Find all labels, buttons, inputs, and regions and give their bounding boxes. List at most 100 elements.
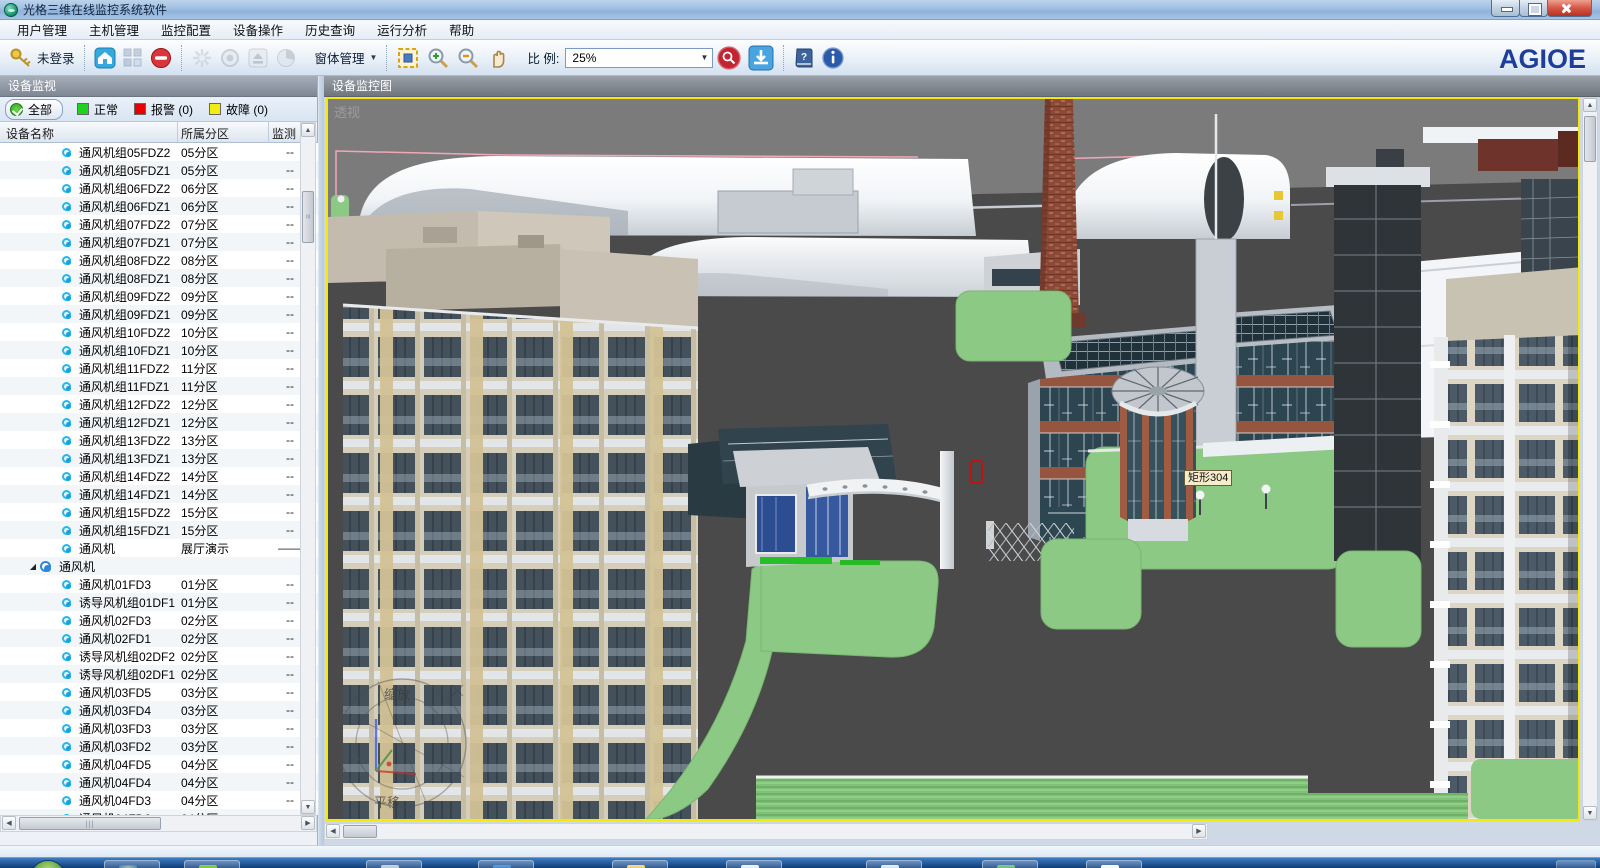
scrollbar-thumb[interactable]: |||: [19, 817, 161, 830]
taskbar-app-button[interactable]: [982, 860, 1038, 868]
table-row[interactable]: 通风机组12FDZ1 12分区 --: [0, 413, 318, 431]
table-row[interactable]: 通风机组15FDZ1 15分区 --: [0, 521, 318, 539]
table-row[interactable]: 通风机组05FDZ1 05分区 --: [0, 161, 318, 179]
table-row[interactable]: 通风机组08FDZ1 08分区 --: [0, 269, 318, 287]
window-manage-button[interactable]: 窗体管理 ▼: [308, 44, 381, 72]
menu-item[interactable]: 主机管理: [78, 18, 150, 41]
table-row[interactable]: 通风机组08FDZ2 08分区 --: [0, 251, 318, 269]
table-row[interactable]: 通风机组07FDZ2 07分区 --: [0, 215, 318, 233]
table-row[interactable]: 通风机组05FDZ2 05分区 --: [0, 143, 318, 161]
table-row[interactable]: 通风机03FD4 03分区 --: [0, 701, 318, 719]
nav-pan-label[interactable]: 平移: [374, 795, 400, 810]
table-row[interactable]: 通风机03FD3 03分区 --: [0, 719, 318, 737]
table-row[interactable]: 诱导风机组02DF2 02分区 --: [0, 647, 318, 665]
table-row[interactable]: ◢ 通风机: [0, 557, 318, 575]
taskbar-app-button[interactable]: [478, 860, 534, 868]
table-row[interactable]: 通风机02FD1 02分区 --: [0, 629, 318, 647]
table-row[interactable]: 通风机组12FDZ2 12分区 --: [0, 395, 318, 413]
export-button[interactable]: [745, 44, 777, 72]
table-row[interactable]: 通风机03FD5 03分区 --: [0, 683, 318, 701]
nav-zoom-label[interactable]: 缩放: [384, 687, 410, 702]
help-button[interactable]: ?: [790, 44, 818, 72]
lens-button[interactable]: [216, 44, 244, 72]
start-button[interactable]: [30, 860, 66, 868]
table-row[interactable]: 诱导风机组01DF1 01分区 --: [0, 593, 318, 611]
home-button[interactable]: [91, 44, 119, 72]
table-row[interactable]: 通风机组14FDZ1 14分区 --: [0, 485, 318, 503]
zoom-out-button[interactable]: [453, 44, 483, 72]
refresh-button[interactable]: [188, 44, 216, 72]
table-row[interactable]: 诱导风机组02DF1 02分区 --: [0, 665, 318, 683]
pan-button[interactable]: [483, 44, 513, 72]
menu-item[interactable]: 设备操作: [222, 18, 294, 41]
menu-item[interactable]: 用户管理: [6, 18, 78, 41]
table-row[interactable]: 通风机组11FDZ1 11分区 --: [0, 377, 318, 395]
device-list-hscrollbar[interactable]: ◀ ||| ▶: [0, 815, 317, 832]
table-row[interactable]: 通风机组11FDZ2 11分区 --: [0, 359, 318, 377]
table-row[interactable]: 通风机组09FDZ2 09分区 --: [0, 287, 318, 305]
scrollbar-thumb[interactable]: [1584, 116, 1596, 162]
filter-fault-button[interactable]: 故障 (0): [209, 101, 268, 118]
column-monitor[interactable]: 监测: [272, 125, 296, 142]
table-row[interactable]: 通风机04FD4 04分区 --: [0, 773, 318, 791]
filter-all-button[interactable]: 全部: [5, 99, 63, 120]
table-row[interactable]: 通风机组06FDZ1 06分区 --: [0, 197, 318, 215]
viewport-hscrollbar[interactable]: ◀ ▶: [324, 823, 1208, 840]
column-device-name[interactable]: 设备名称: [6, 125, 54, 142]
table-row[interactable]: 通风机组14FDZ2 14分区 --: [0, 467, 318, 485]
about-button[interactable]: [818, 44, 848, 72]
scroll-up-icon[interactable]: ▲: [301, 123, 315, 137]
menu-item[interactable]: 监控配置: [150, 18, 222, 41]
menu-item[interactable]: 运行分析: [366, 18, 438, 41]
scale-combobox[interactable]: 25% ▼: [565, 48, 713, 68]
taskbar-app-button[interactable]: [1086, 860, 1142, 868]
minimize-button[interactable]: [1491, 0, 1520, 17]
filter-normal-button[interactable]: 正常: [77, 101, 118, 118]
table-row[interactable]: 通风机组13FDZ2 13分区 --: [0, 431, 318, 449]
table-row[interactable]: 通风机组10FDZ1 10分区 --: [0, 341, 318, 359]
table-row[interactable]: 通风机组10FDZ2 10分区 --: [0, 323, 318, 341]
eject-button[interactable]: [244, 44, 272, 72]
layout-grid-button[interactable]: [119, 44, 147, 72]
table-row[interactable]: 通风机组07FDZ1 07分区 --: [0, 233, 318, 251]
login-button[interactable]: 未登录: [6, 44, 78, 72]
table-row[interactable]: 通风机组06FDZ2 06分区 --: [0, 179, 318, 197]
menu-item[interactable]: 历史查询: [294, 18, 366, 41]
scene-viewport[interactable]: 缩放 平移 透视 矩形304: [326, 97, 1580, 821]
scroll-right-icon[interactable]: ▶: [1192, 824, 1206, 838]
table-row[interactable]: 通风机04FD5 04分区 --: [0, 755, 318, 773]
taskbar-app-button[interactable]: [612, 860, 668, 868]
scroll-right-icon[interactable]: ▶: [301, 816, 315, 830]
scroll-down-icon[interactable]: ▼: [301, 800, 315, 814]
close-button[interactable]: [1547, 0, 1592, 17]
stop-button[interactable]: [147, 44, 175, 72]
select-region-button[interactable]: [393, 44, 423, 72]
scroll-left-icon[interactable]: ◀: [2, 816, 16, 830]
table-row[interactable]: 通风机04FD3 04分区 --: [0, 791, 318, 809]
taskbar-clock[interactable]: [1556, 860, 1596, 868]
zoom-in-button[interactable]: [423, 44, 453, 72]
scroll-left-icon[interactable]: ◀: [326, 824, 340, 838]
menu-item[interactable]: 帮助: [438, 18, 485, 41]
column-zone[interactable]: 所属分区: [181, 125, 229, 142]
taskbar-app-button[interactable]: [184, 860, 240, 868]
filter-alarm-button[interactable]: 报警 (0): [134, 101, 193, 118]
scrollbar-thumb[interactable]: [343, 825, 377, 838]
taskbar-app-button[interactable]: [104, 860, 160, 868]
taskbar-app-button[interactable]: [726, 860, 782, 868]
scroll-up-icon[interactable]: ▲: [1583, 98, 1597, 112]
taskbar-app-button[interactable]: [866, 860, 922, 868]
scroll-down-icon[interactable]: ▼: [1583, 806, 1597, 820]
tree-expand-icon[interactable]: ◢: [26, 562, 40, 571]
taskbar-app-button[interactable]: [366, 860, 422, 868]
viewport-vscrollbar[interactable]: ▲ ▼: [1582, 97, 1598, 821]
table-row[interactable]: 通风机 展厅演示 ——: [0, 539, 318, 557]
table-row[interactable]: 通风机组13FDZ1 13分区 --: [0, 449, 318, 467]
scale-apply-button[interactable]: [713, 44, 745, 72]
pie-button[interactable]: [272, 44, 300, 72]
device-list-vscrollbar[interactable]: ▲ ≡ ▼: [300, 122, 316, 815]
restore-button[interactable]: [1519, 0, 1548, 17]
scrollbar-thumb[interactable]: ≡: [302, 191, 314, 243]
table-row[interactable]: 通风机01FD3 01分区 --: [0, 575, 318, 593]
table-row[interactable]: 通风机02FD3 02分区 --: [0, 611, 318, 629]
